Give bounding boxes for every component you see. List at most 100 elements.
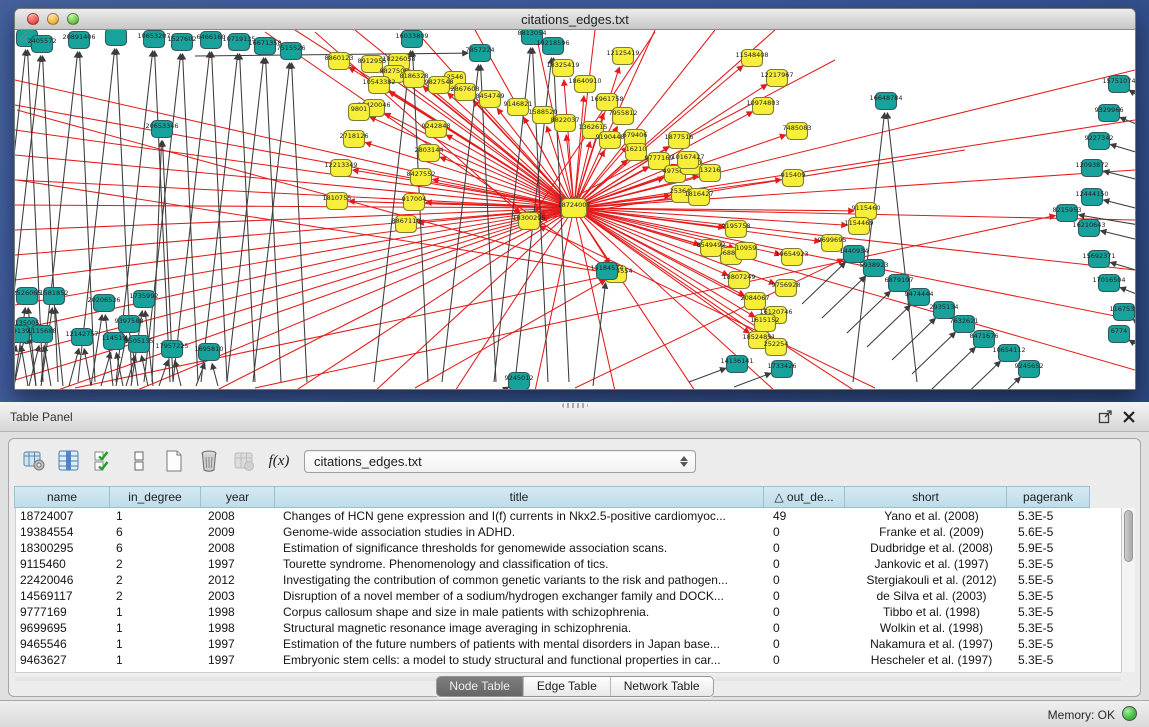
delete-table-icon[interactable] <box>229 448 259 475</box>
graph-node[interactable]: 9801 <box>349 104 370 121</box>
graph-node[interactable]: 2084067 <box>741 293 770 310</box>
graph-node[interactable]: 17016504 <box>1092 275 1125 292</box>
graph-node[interactable]: 8215953 <box>1053 205 1082 222</box>
float-panel-icon[interactable] <box>1097 409 1113 425</box>
graph-node[interactable]: 10959 <box>736 243 757 260</box>
graph-node[interactable]: 7515526 <box>277 43 306 60</box>
tab-network-table[interactable]: Network Table <box>610 677 713 696</box>
graph-node[interactable]: 20891406 <box>62 32 95 49</box>
graph-node[interactable]: 16210643 <box>1072 220 1105 237</box>
graph-node[interactable]: 8822037 <box>551 115 580 132</box>
graph-node[interactable]: 20653346 <box>145 121 178 138</box>
graph-node[interactable]: 8549492 <box>697 240 726 257</box>
graph-node[interactable]: 7485083 <box>783 123 812 140</box>
graph-node[interactable]: 1733426 <box>768 361 797 378</box>
graph-node[interactable]: 1154469 <box>845 218 874 235</box>
graph-node[interactable]: 1527602 <box>168 34 197 51</box>
graph-node[interactable]: 6879197 <box>885 275 914 292</box>
graph-node[interactable]: 9397588 <box>115 316 144 333</box>
graph-node[interactable]: 9827548 <box>425 77 454 94</box>
table-row[interactable]: 969969511998Structural magnetic resonanc… <box>15 620 1097 636</box>
graph-node[interactable]: 8860123 <box>325 53 354 70</box>
graph-node[interactable]: 1615152 <box>751 315 780 332</box>
graph-node[interactable]: 19218596 <box>536 38 569 55</box>
graph-node[interactable]: 5938923 <box>860 260 889 277</box>
graph-node[interactable]: 7632621 <box>950 316 979 333</box>
graph-node[interactable]: 6774 <box>1109 326 1130 343</box>
scrollbar-thumb[interactable] <box>1124 510 1133 562</box>
graph-node[interactable]: 11548408 <box>735 50 768 67</box>
tab-node-table[interactable]: Node Table <box>436 677 523 696</box>
graph-node[interactable]: 10654112 <box>992 345 1025 362</box>
graph-node[interactable]: 9245652 <box>1015 361 1044 378</box>
network-canvas[interactable]: 8860123891295518226058982750581863281054… <box>15 30 1135 389</box>
network-window-titlebar[interactable]: citations_edges.txt <box>15 9 1135 30</box>
graph-node[interactable]: 10653207 <box>137 31 170 48</box>
graph-node[interactable]: 2405572 <box>28 36 57 53</box>
graph-node[interactable]: 915409 <box>781 170 806 187</box>
function-builder-icon[interactable]: f(x) <box>264 453 294 470</box>
table-row[interactable]: 1938455462009Genome-wide association stu… <box>15 524 1097 540</box>
graph-node[interactable]: 14136141 <box>720 356 753 373</box>
graph-node[interactable]: 917004 <box>402 194 427 211</box>
graph-node[interactable]: 9242848 <box>422 121 451 138</box>
graph-node[interactable]: 1167533 <box>1110 304 1135 321</box>
graph-node[interactable]: 18325419 <box>546 60 579 77</box>
graph-node[interactable]: 19654923 <box>775 249 808 266</box>
graph-node[interactable] <box>106 30 127 46</box>
graph-node[interactable]: 6466160 <box>197 32 226 49</box>
table-row[interactable]: 1872400712008Changes of HCN gene express… <box>15 508 1097 524</box>
graph-node[interactable]: 9190448 <box>596 132 625 149</box>
close-panel-icon[interactable] <box>1121 409 1137 425</box>
graph-node[interactable]: 7955812 <box>609 108 638 125</box>
graph-node[interactable]: 8427552 <box>407 169 436 186</box>
graph-node[interactable]: 15751074 <box>1102 76 1135 93</box>
network-graph[interactable]: 8860123891295518226058982750581863281054… <box>15 30 1135 389</box>
table-selector-dropdown[interactable]: citations_edges.txt <box>304 450 696 473</box>
column-header-pagerank[interactable]: pagerank <box>1006 486 1090 508</box>
column-header-year[interactable]: year <box>200 486 275 508</box>
graph-node[interactable]: 1810755 <box>323 193 352 210</box>
graph-node[interactable]: 8471676 <box>970 331 999 348</box>
graph-node[interactable]: 13216 <box>700 165 721 182</box>
graph-node[interactable]: 252254 <box>764 339 789 356</box>
graph-node[interactable]: 9245012 <box>505 373 534 390</box>
graph-node[interactable]: 9195758 <box>722 221 751 238</box>
table-row[interactable]: 1456911722003Disruption of a novel membe… <box>15 588 1097 604</box>
graph-node[interactable]: 2803144 <box>415 145 444 162</box>
graph-node[interactable]: 8867110 <box>392 216 421 233</box>
graph-node[interactable]: 1440934 <box>840 246 869 263</box>
resize-grip-icon[interactable] <box>15 30 28 43</box>
graph-node[interactable]: 2718126 <box>340 131 369 148</box>
splitter-grip[interactable] <box>562 403 588 408</box>
graph-node[interactable]: 16210 <box>626 144 647 161</box>
graph-node[interactable]: 2935134 <box>930 302 959 319</box>
tab-edge-table[interactable]: Edge Table <box>523 677 610 696</box>
table-mode-icon[interactable] <box>19 448 49 475</box>
graph-node[interactable]: 9227342 <box>1085 133 1114 150</box>
graph-node[interactable]: 1877516 <box>665 132 694 149</box>
memory-status-indicator[interactable] <box>1122 706 1137 721</box>
graph-node[interactable]: 7857224 <box>466 45 495 62</box>
graph-node[interactable]: 1735992 <box>130 291 159 308</box>
graph-node[interactable]: 2526065 <box>15 288 41 305</box>
graph-node[interactable]: 1505135 <box>125 336 154 353</box>
table-row[interactable]: 1830029562008Estimation of significance … <box>15 540 1097 556</box>
column-header-short[interactable]: short <box>844 486 1007 508</box>
graph-node[interactable]: 9756928 <box>772 280 801 297</box>
vertical-scrollbar[interactable] <box>1121 508 1135 672</box>
graph-node[interactable]: 1581852 <box>40 288 69 305</box>
table-row[interactable]: 946362711997Embryonic stem cells: a mode… <box>15 652 1097 668</box>
new-column-icon[interactable] <box>159 448 189 475</box>
graph-node[interactable]: 17957225 <box>155 341 188 358</box>
hub-node[interactable]: 18724007 <box>557 199 590 218</box>
column-header-title[interactable]: title <box>274 486 764 508</box>
graph-node[interactable]: 114519 <box>102 333 127 350</box>
graph-node[interactable]: 16033809 <box>395 31 428 48</box>
graph-node[interactable]: 9329966 <box>1095 105 1124 122</box>
table-row[interactable]: 2242004622012Investigating the contribut… <box>15 572 1097 588</box>
graph-node[interactable]: 20206536 <box>87 295 120 312</box>
graph-node[interactable]: 8454749 <box>476 91 505 108</box>
graph-node[interactable]: 1816427 <box>685 189 714 206</box>
select-columns-icon[interactable] <box>89 448 119 475</box>
